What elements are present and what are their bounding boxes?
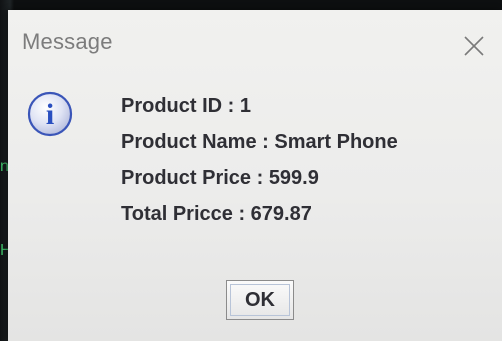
product-price-line: Product Price : 599.9 (121, 167, 319, 189)
ok-button[interactable]: OK (226, 280, 294, 320)
message-text: Product ID : 1 Product Name : Smart Phon… (121, 94, 481, 238)
total-price-line: Total Pricce : 679.87 (121, 203, 312, 225)
dialog-title: Message (22, 29, 113, 54)
message-dialog: Message i Product ID : 1 Product Name : … (8, 10, 502, 341)
close-button[interactable] (460, 32, 488, 60)
background-window-edge-mark: H (0, 242, 8, 259)
background-window-edge-mark: n (0, 158, 8, 175)
dialog-title-bar[interactable]: Message (8, 10, 502, 70)
info-glyph: i (46, 98, 54, 131)
product-name-line: Product Name : Smart Phone (121, 131, 398, 153)
info-icon: i (26, 90, 74, 138)
close-icon (464, 36, 484, 56)
product-id-line: Product ID : 1 (121, 95, 252, 117)
ok-button-label: OK (230, 284, 290, 316)
